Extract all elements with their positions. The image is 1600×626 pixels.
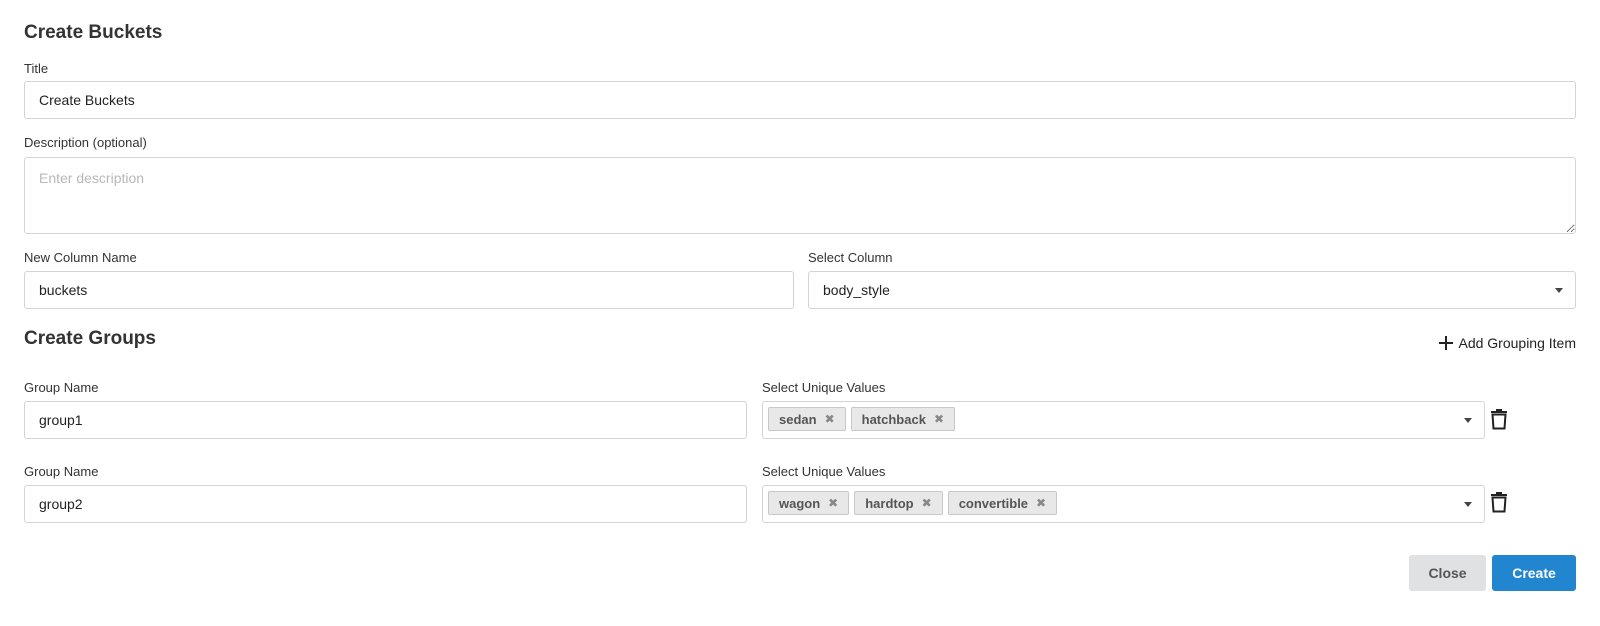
selected-values: wagon ✖ hardtop ✖ convertible ✖ <box>768 491 1058 515</box>
value-tag: hardtop ✖ <box>854 491 943 515</box>
description-label: Description (optional) <box>24 135 147 150</box>
close-icon[interactable]: ✖ <box>828 496 838 510</box>
unique-values-label: Select Unique Values <box>762 380 886 395</box>
caret-down-icon <box>1555 288 1563 293</box>
new-column-input[interactable] <box>24 271 794 309</box>
close-icon[interactable]: ✖ <box>825 412 835 426</box>
close-icon[interactable]: ✖ <box>922 496 932 510</box>
group-name-label: Group Name <box>24 380 99 395</box>
page-title: Create Buckets <box>24 22 163 43</box>
unique-values-label: Select Unique Values <box>762 464 886 479</box>
plus-icon <box>1439 336 1454 350</box>
value-tag: sedan ✖ <box>768 407 846 431</box>
close-icon[interactable]: ✖ <box>1036 496 1046 510</box>
description-textarea[interactable] <box>24 157 1576 234</box>
value-tag: hatchback ✖ <box>850 407 956 431</box>
groups-section-title: Create Groups <box>24 328 156 349</box>
selected-values: sedan ✖ hatchback ✖ <box>768 407 956 431</box>
select-column-dropdown[interactable]: body_style <box>808 271 1576 309</box>
title-label: Title <box>24 61 49 76</box>
group-name-input[interactable] <box>24 401 747 439</box>
close-button[interactable]: Close <box>1409 555 1486 591</box>
group-name-input[interactable] <box>24 485 747 523</box>
new-column-label: New Column Name <box>24 250 137 265</box>
select-column-label: Select Column <box>808 250 893 265</box>
trash-icon[interactable] <box>1489 491 1509 513</box>
value-tag: wagon ✖ <box>768 491 850 515</box>
add-grouping-item-label: Add Grouping Item <box>1458 335 1576 351</box>
trash-icon[interactable] <box>1489 408 1509 430</box>
caret-down-icon <box>1464 502 1472 507</box>
caret-down-icon <box>1464 418 1472 423</box>
close-icon[interactable]: ✖ <box>934 412 944 426</box>
group-name-label: Group Name <box>24 464 99 479</box>
add-grouping-item-button[interactable]: Add Grouping Item <box>1438 335 1576 351</box>
select-column-value: body_style <box>823 282 890 298</box>
title-input[interactable] <box>24 81 1576 119</box>
create-button[interactable]: Create <box>1492 555 1576 591</box>
value-tag: convertible ✖ <box>947 491 1058 515</box>
